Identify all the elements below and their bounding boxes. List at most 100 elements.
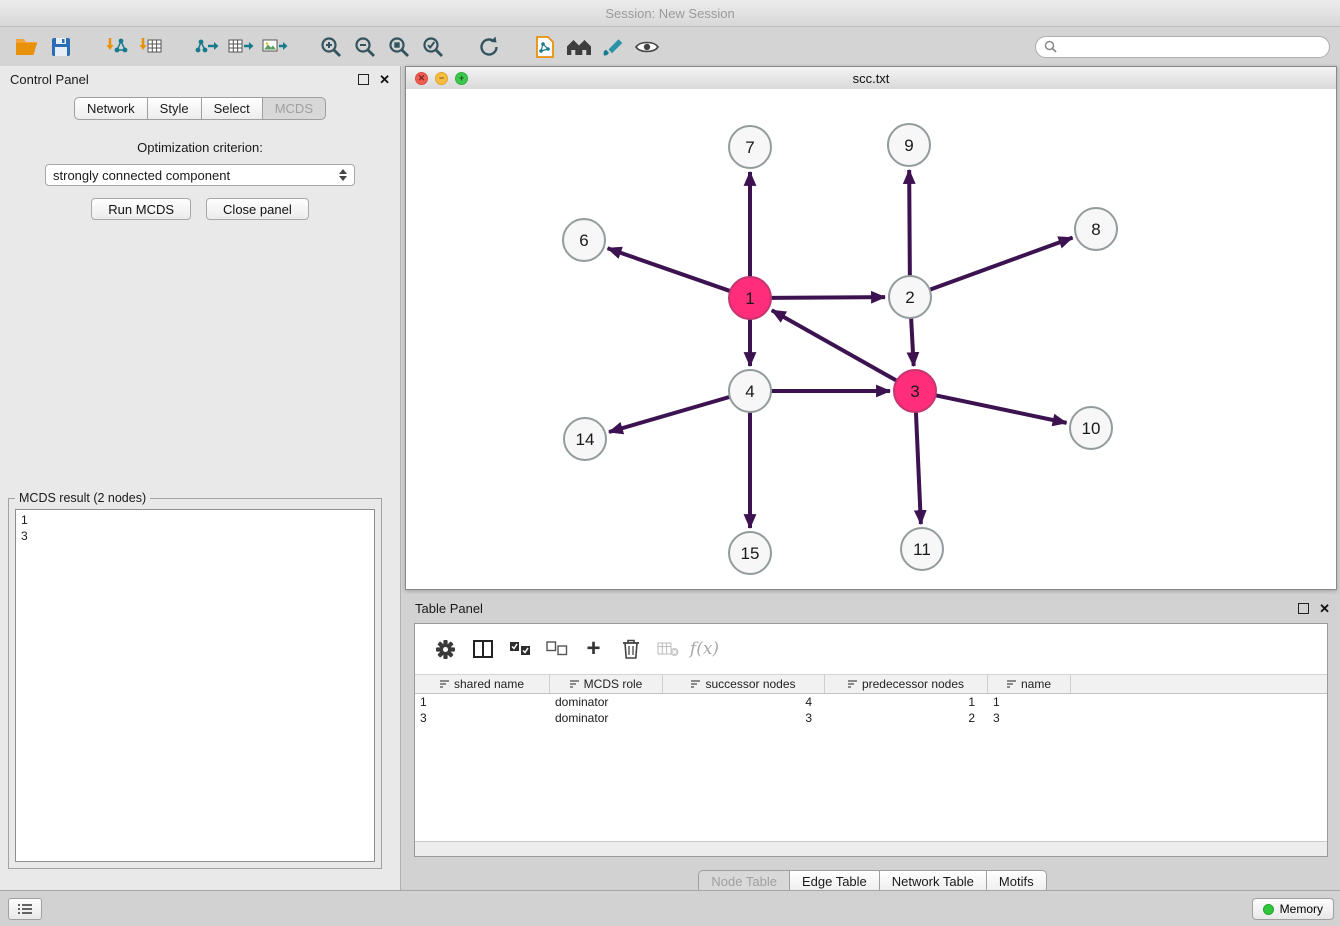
close-table-panel-icon[interactable]: ✕ — [1319, 602, 1330, 615]
deselect-all-columns-button[interactable] — [538, 632, 575, 666]
graph-node-7[interactable]: 7 — [729, 126, 771, 168]
close-panel-icon[interactable]: ✕ — [379, 73, 390, 86]
table-cell[interactable]: 4 — [663, 695, 825, 709]
window-titlebar[interactable]: Session: New Session — [0, 0, 1340, 27]
column-header-shared-name[interactable]: shared name — [415, 675, 550, 693]
show-columns-button[interactable] — [464, 632, 501, 666]
graph-node-3[interactable]: 3 — [894, 370, 936, 412]
table-row[interactable]: 3dominator323 — [415, 710, 1327, 726]
import-table-button[interactable] — [134, 32, 168, 62]
mcds-result-list[interactable]: 13 — [15, 509, 375, 862]
table-cell[interactable]: dominator — [550, 695, 663, 709]
zoom-fit-button[interactable] — [382, 32, 416, 62]
select-all-columns-button[interactable] — [501, 632, 538, 666]
zoom-selected-button[interactable] — [416, 32, 450, 62]
table-cell[interactable]: 1 — [415, 695, 550, 709]
table-cell[interactable]: 1 — [825, 695, 988, 709]
zoom-out-button[interactable] — [348, 32, 382, 62]
list-menu-icon — [17, 903, 33, 915]
memory-button-label: Memory — [1280, 902, 1323, 916]
column-header-label: predecessor nodes — [862, 677, 964, 691]
graph-edge-1-6[interactable] — [608, 248, 731, 291]
zoom-in-button[interactable] — [314, 32, 348, 62]
paint-style-button[interactable] — [596, 32, 630, 62]
graph-node-2[interactable]: 2 — [889, 276, 931, 318]
column-header-label: successor nodes — [705, 677, 795, 691]
graph-node-14[interactable]: 14 — [564, 418, 606, 460]
function-builder-button[interactable]: f(x) — [686, 632, 723, 666]
graph-edge-3-1[interactable] — [772, 310, 897, 380]
network-graph[interactable]: 7 9 6 8 1 2 4 3 14 10 15 11 — [406, 89, 1336, 589]
graph-edge-4-14[interactable] — [609, 397, 730, 432]
export-table-button[interactable] — [224, 32, 258, 62]
add-column-button[interactable]: + — [575, 632, 612, 666]
table-row[interactable]: 1dominator411 — [415, 694, 1327, 710]
run-mcds-button[interactable]: Run MCDS — [91, 198, 191, 220]
main-toolbar — [0, 27, 1340, 66]
column-header-label: MCDS role — [584, 677, 643, 691]
open-session-button[interactable] — [10, 32, 44, 62]
column-header-name[interactable]: name — [988, 675, 1071, 693]
table-cell[interactable]: dominator — [550, 711, 663, 725]
svg-text:3: 3 — [910, 382, 919, 401]
close-panel-button[interactable]: Close panel — [206, 198, 309, 220]
delete-column-button[interactable] — [612, 632, 649, 666]
import-network-button[interactable] — [100, 32, 134, 62]
first-neighbors-button[interactable] — [562, 32, 596, 62]
graph-edge-3-11[interactable] — [916, 412, 921, 524]
network-canvas[interactable]: 7 9 6 8 1 2 4 3 14 10 15 11 — [406, 89, 1336, 589]
tab-mcds[interactable]: MCDS — [263, 97, 326, 120]
zoom-in-icon — [320, 36, 342, 58]
export-image-button[interactable] — [258, 32, 292, 62]
graph-node-10[interactable]: 10 — [1070, 407, 1112, 449]
graph-edge-2-9[interactable] — [909, 170, 910, 276]
memory-button[interactable]: Memory — [1252, 898, 1334, 920]
graph-node-4[interactable]: 4 — [729, 370, 771, 412]
application-window: Session: New Session — [0, 0, 1340, 926]
table-cell[interactable]: 3 — [415, 711, 550, 725]
column-header-predecessor-nodes[interactable]: predecessor nodes — [825, 675, 988, 693]
optimization-criterion-dropdown[interactable]: strongly connected component — [45, 164, 355, 186]
export-network-button[interactable] — [190, 32, 224, 62]
table-cell[interactable]: 1 — [988, 695, 1071, 709]
zoom-out-icon — [354, 36, 376, 58]
column-header-label: name — [1021, 677, 1051, 691]
show-hide-graphics-button[interactable] — [630, 32, 664, 62]
table-settings-button[interactable] — [427, 632, 464, 666]
float-panel-icon[interactable] — [358, 74, 369, 85]
search-box[interactable] — [1035, 36, 1330, 58]
save-session-button[interactable] — [44, 32, 78, 62]
graph-edge-2-3[interactable] — [911, 318, 914, 366]
graph-node-11[interactable]: 11 — [901, 528, 943, 570]
refresh-button[interactable] — [472, 32, 506, 62]
sort-icon — [691, 679, 700, 690]
node-table-container: + f(x) shared name MCDS role successor nod… — [414, 623, 1328, 857]
tab-network[interactable]: Network — [74, 97, 148, 120]
table-cell[interactable]: 2 — [825, 711, 988, 725]
graph-node-8[interactable]: 8 — [1075, 208, 1117, 250]
column-header-mcds-role[interactable]: MCDS role — [550, 675, 663, 693]
graph-edge-3-10[interactable] — [936, 395, 1067, 423]
table-header-row: shared name MCDS role successor nodes prede… — [415, 674, 1327, 694]
graph-edge-1-2[interactable] — [771, 297, 885, 298]
graph-node-1[interactable]: 1 — [729, 277, 771, 319]
tab-select[interactable]: Select — [202, 97, 263, 120]
network-window-titlebar[interactable]: ✕ − + scc.txt — [406, 67, 1336, 90]
tab-style[interactable]: Style — [148, 97, 202, 120]
optimization-criterion-label: Optimization criterion: — [0, 140, 400, 155]
graph-node-6[interactable]: 6 — [563, 219, 605, 261]
graph-edge-2-8[interactable] — [930, 238, 1073, 290]
graph-node-15[interactable]: 15 — [729, 532, 771, 574]
search-input[interactable] — [1062, 38, 1321, 55]
panel-menu-button[interactable] — [8, 898, 42, 920]
float-table-panel-icon[interactable] — [1298, 603, 1309, 614]
network-window-title: scc.txt — [406, 71, 1336, 86]
table-cell[interactable]: 3 — [988, 711, 1071, 725]
table-cell[interactable]: 3 — [663, 711, 825, 725]
horizontal-scrollbar[interactable] — [415, 841, 1327, 856]
column-header-successor-nodes[interactable]: successor nodes — [663, 675, 825, 693]
delete-table-button[interactable] — [649, 632, 686, 666]
graph-node-9[interactable]: 9 — [888, 124, 930, 166]
share-document-button[interactable] — [528, 32, 562, 62]
sort-icon — [848, 679, 857, 690]
